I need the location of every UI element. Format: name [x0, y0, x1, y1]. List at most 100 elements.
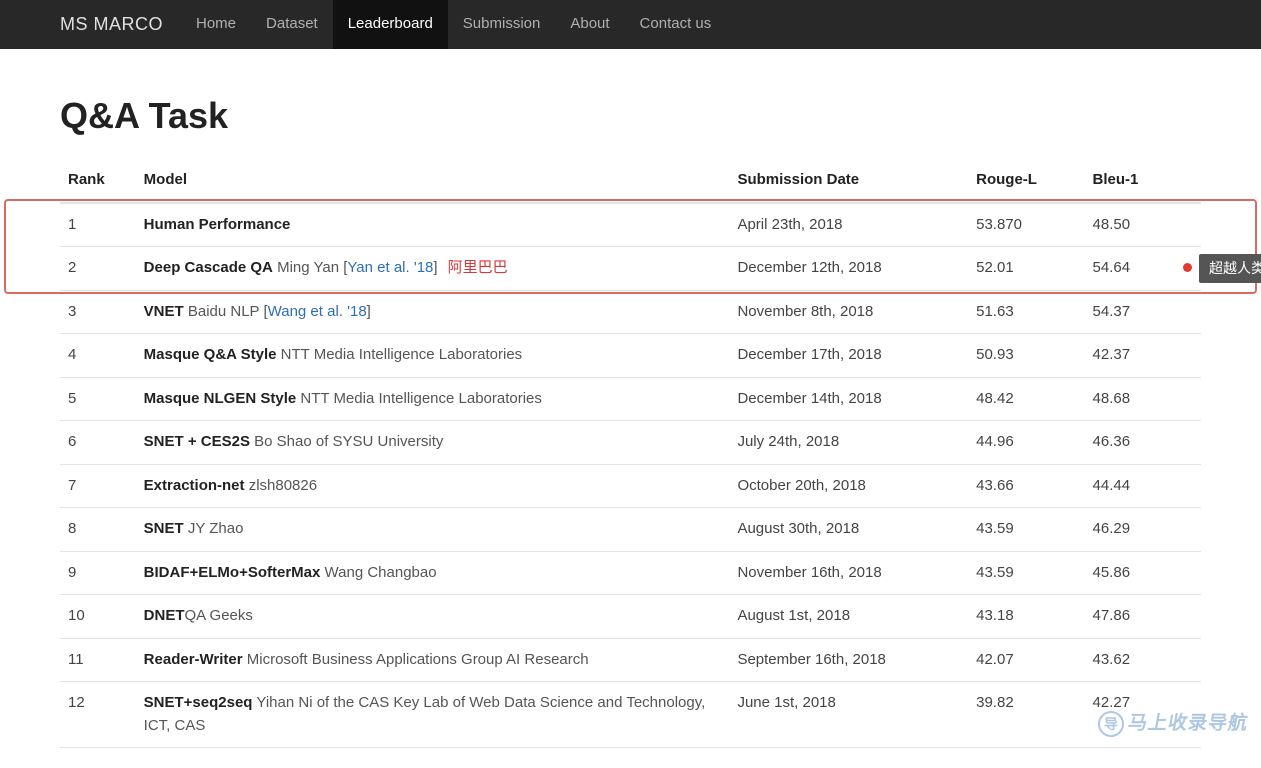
rouge-cell: 43.18 [968, 595, 1084, 639]
bleu-cell: 46.29 [1085, 508, 1201, 552]
nav-link-dataset[interactable]: Dataset [251, 0, 333, 49]
bleu-cell: 54.37 [1085, 290, 1201, 334]
rank-cell: 5 [60, 377, 136, 421]
rank-cell: 10 [60, 595, 136, 639]
rouge-cell: 50.93 [968, 334, 1084, 378]
navbar: MS MARCO HomeDatasetLeaderboardSubmissio… [0, 0, 1261, 49]
model-team: Bo Shao of SYSU University [250, 433, 443, 450]
rouge-cell: 42.07 [968, 638, 1084, 682]
rank-cell: 11 [60, 638, 136, 682]
date-cell[interactable]: December 14th, 2018 [729, 377, 968, 421]
model-name: SNET [144, 520, 184, 537]
model-team: NTT Media Intelligence Laboratories [296, 390, 542, 407]
table-row: 10DNETQA GeeksAugust 1st, 201843.1847.86 [60, 595, 1201, 639]
nav-link-submission[interactable]: Submission [448, 0, 556, 49]
model-name: VNET [144, 303, 184, 320]
bleu-cell: 43.62 [1085, 638, 1201, 682]
col-header-rouge: Rouge-L [968, 161, 1084, 203]
model-name: Masque NLGEN Style [144, 390, 297, 407]
model-name: DNET [144, 607, 185, 624]
model-team: Microsoft Business Applications Group AI… [243, 651, 589, 668]
bracket: ] [367, 303, 371, 320]
model-team: QA Geeks [185, 607, 253, 624]
model-cell: SNET+seq2seq Yihan Ni of the CAS Key Lab… [136, 682, 730, 748]
nav-link-about[interactable]: About [555, 0, 624, 49]
col-header-rank: Rank [60, 161, 136, 203]
model-team: NTT Media Intelligence Laboratories [276, 346, 522, 363]
watermark-icon: 导 [1098, 711, 1124, 737]
rouge-cell: 43.66 [968, 464, 1084, 508]
date-cell[interactable]: September 16th, 2018 [729, 638, 968, 682]
col-header-model: Model [136, 161, 730, 203]
nav-link-home[interactable]: Home [181, 0, 251, 49]
rank-cell: 12 [60, 682, 136, 748]
table-header-row: Rank Model Submission Date Rouge-L Bleu-… [60, 161, 1201, 203]
rank-cell: 3 [60, 290, 136, 334]
model-cell: DNETQA Geeks [136, 595, 730, 639]
model-name: SNET + CES2S [144, 433, 250, 450]
callout-badge: 超越人类 [1199, 254, 1261, 283]
table-row: 12SNET+seq2seq Yihan Ni of the CAS Key L… [60, 682, 1201, 748]
model-name: Reader-Writer [144, 651, 243, 668]
model-cell: Extraction-net zlsh80826 [136, 464, 730, 508]
rouge-cell: 44.96 [968, 421, 1084, 465]
model-team: JY Zhao [184, 520, 244, 537]
rank-cell: 9 [60, 551, 136, 595]
bleu-cell: 48.68 [1085, 377, 1201, 421]
rank-cell: 7 [60, 464, 136, 508]
rank-cell: 8 [60, 508, 136, 552]
table-row: 8SNET JY ZhaoAugust 30th, 201843.5946.29 [60, 508, 1201, 552]
table-row: 3VNET Baidu NLP [Wang et al. '18]Novembe… [60, 290, 1201, 334]
highlight-box [4, 199, 1257, 295]
rank-cell: 4 [60, 334, 136, 378]
date-cell[interactable]: October 20th, 2018 [729, 464, 968, 508]
nav-link-leaderboard[interactable]: Leaderboard [333, 0, 448, 49]
model-name: SNET+seq2seq [144, 694, 253, 711]
col-header-date: Submission Date [729, 161, 968, 203]
table-row: 6SNET + CES2S Bo Shao of SYSU University… [60, 421, 1201, 465]
model-name: BIDAF+ELMo+SofterMax [144, 564, 321, 581]
date-cell[interactable]: November 8th, 2018 [729, 290, 968, 334]
table-row: 7Extraction-net zlsh80826October 20th, 2… [60, 464, 1201, 508]
model-team: zlsh80826 [245, 477, 318, 494]
model-cell: Masque NLGEN Style NTT Media Intelligenc… [136, 377, 730, 421]
rouge-cell: 43.59 [968, 551, 1084, 595]
bleu-cell: 47.86 [1085, 595, 1201, 639]
table-row: 9 BIDAF+ELMo+SofterMax Wang Changbao Novem… [60, 551, 1201, 595]
nav-links: HomeDatasetLeaderboardSubmissionAboutCon… [181, 0, 726, 49]
model-cell: SNET + CES2S Bo Shao of SYSU University [136, 421, 730, 465]
model-cell: VNET Baidu NLP [Wang et al. '18] [136, 290, 730, 334]
bleu-cell: 44.44 [1085, 464, 1201, 508]
rank-cell: 6 [60, 421, 136, 465]
model-cell: SNET JY Zhao [136, 508, 730, 552]
model-team: Baidu NLP [184, 303, 264, 320]
watermark-text: 马上收录导航 [1125, 710, 1250, 739]
table-row: 11Reader-Writer Microsoft Business Appli… [60, 638, 1201, 682]
col-header-bleu: Bleu-1 [1085, 161, 1201, 203]
bleu-cell: 46.36 [1085, 421, 1201, 465]
page-title: Q&A Task [60, 89, 1201, 143]
nav-link-contact-us[interactable]: Contact us [625, 0, 727, 49]
rouge-cell: 51.63 [968, 290, 1084, 334]
model-cell: Masque Q&A Style NTT Media Intelligence … [136, 334, 730, 378]
content-area: Q&A Task Rank Model Submission Date Roug… [0, 49, 1261, 768]
watermark: 导 马上收录导航 [1093, 710, 1253, 738]
rouge-cell: 43.59 [968, 508, 1084, 552]
date-cell[interactable]: June 1st, 2018 [729, 682, 968, 748]
rouge-cell: 48.42 [968, 377, 1084, 421]
date-cell[interactable]: August 1st, 2018 [729, 595, 968, 639]
model-cell: Reader-Writer Microsoft Business Applica… [136, 638, 730, 682]
model-team: Wang Changbao [320, 564, 436, 581]
rouge-cell: 39.82 [968, 682, 1084, 748]
paper-link[interactable]: Wang et al. '18 [268, 303, 367, 320]
bleu-cell: 42.37 [1085, 334, 1201, 378]
date-cell[interactable]: November 16th, 2018 [729, 551, 968, 595]
model-name: Masque Q&A Style [144, 346, 277, 363]
brand-title: MS MARCO [60, 11, 163, 38]
date-cell[interactable]: December 17th, 2018 [729, 334, 968, 378]
table-row: 4Masque Q&A Style NTT Media Intelligence… [60, 334, 1201, 378]
date-cell[interactable]: July 24th, 2018 [729, 421, 968, 465]
table-row: 5Masque NLGEN Style NTT Media Intelligen… [60, 377, 1201, 421]
bleu-cell: 45.86 [1085, 551, 1201, 595]
date-cell[interactable]: August 30th, 2018 [729, 508, 968, 552]
